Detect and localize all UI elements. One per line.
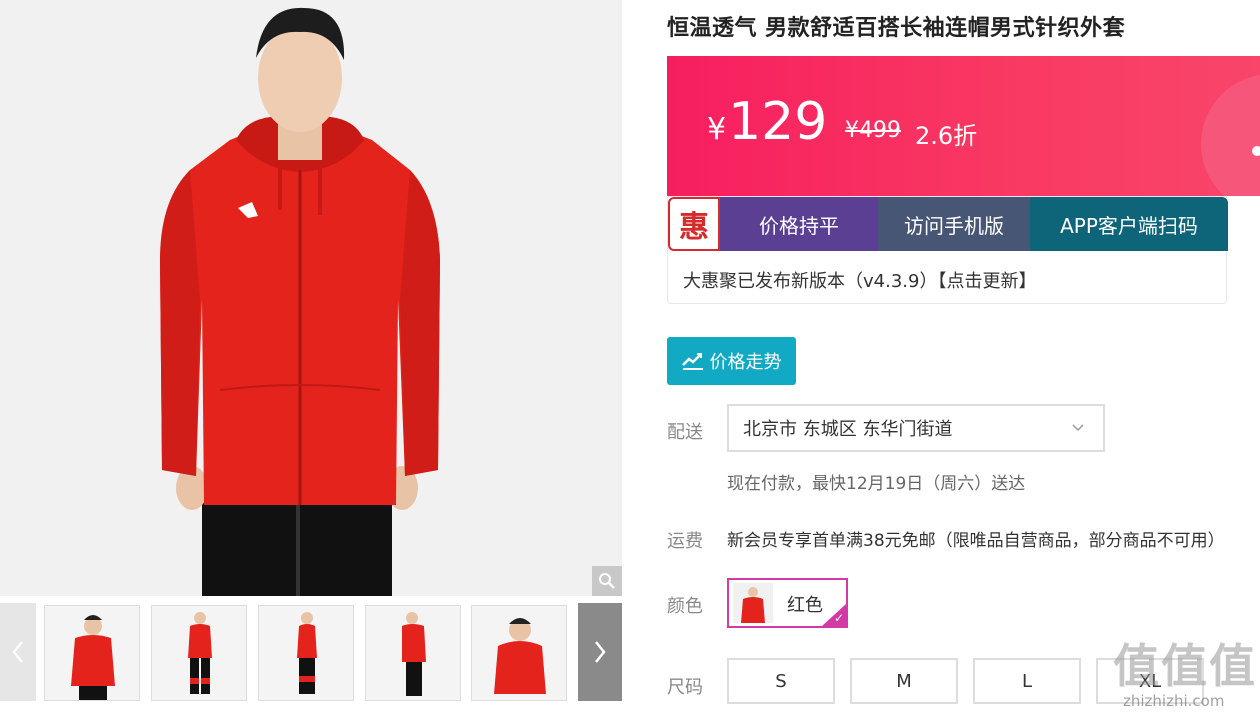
price-flat-button[interactable]: 价格持平 bbox=[720, 197, 878, 251]
color-swatch bbox=[733, 583, 773, 623]
thumbnail-strip bbox=[0, 603, 622, 703]
address-select[interactable]: 北京市 东城区 东华门街道 bbox=[727, 404, 1105, 452]
thumbnail-3[interactable] bbox=[258, 605, 354, 701]
thumb-image bbox=[152, 606, 246, 700]
currency-symbol: ¥ bbox=[707, 112, 727, 147]
size-option-s[interactable]: S bbox=[727, 658, 835, 704]
app-scan-button[interactable]: APP客户端扫码 bbox=[1030, 197, 1228, 251]
original-price: ¥499 bbox=[845, 118, 901, 143]
zoom-button[interactable] bbox=[592, 566, 622, 596]
thumbnail-2[interactable] bbox=[151, 605, 247, 701]
chevron-down-icon bbox=[1072, 424, 1084, 432]
current-price-value: 129 bbox=[728, 92, 828, 152]
main-product-image[interactable] bbox=[0, 0, 622, 596]
size-option-l[interactable]: L bbox=[973, 658, 1081, 704]
shipping-label: 运费 bbox=[667, 531, 703, 552]
thumbnail-5[interactable] bbox=[471, 605, 567, 701]
product-photo bbox=[0, 0, 622, 596]
size-option-m[interactable]: M bbox=[850, 658, 958, 704]
zoom-icon bbox=[599, 573, 615, 589]
thumb-image bbox=[259, 606, 353, 700]
delivery-label: 配送 bbox=[667, 422, 703, 443]
check-icon: ✓ bbox=[833, 611, 844, 625]
update-notice-link[interactable]: 大惠聚已发布新版本（v4.3.9）【点击更新】 bbox=[683, 267, 1036, 293]
promo-box: 惠 价格持平 访问手机版 APP客户端扫码 大惠聚已发布新版本（v4.3.9）【… bbox=[667, 196, 1228, 304]
color-option-label: 红色 bbox=[787, 595, 823, 616]
mobile-version-button[interactable]: 访问手机版 bbox=[878, 197, 1030, 251]
chevron-left-icon bbox=[12, 641, 23, 663]
shipping-info: 新会员专享首单满38元免邮（限唯品自营商品，部分商品不可用） bbox=[727, 531, 1225, 551]
thumb-prev-button[interactable] bbox=[0, 603, 36, 701]
size-label: 尺码 bbox=[667, 677, 703, 698]
current-price: ¥129 bbox=[707, 92, 827, 152]
delivery-estimate: 现在付款，最快12月19日（周六）送达 bbox=[727, 474, 1026, 494]
watermark-domain: zhizhizhi.com bbox=[1123, 692, 1225, 710]
color-option-red[interactable]: 红色 ✓ bbox=[727, 578, 848, 628]
discount-label: 2.6折 bbox=[915, 122, 978, 150]
thumb-image bbox=[45, 606, 139, 700]
chevron-right-icon bbox=[595, 641, 606, 663]
banner-dot bbox=[1252, 146, 1260, 156]
thumb-image bbox=[366, 606, 460, 700]
thumbnail-1[interactable] bbox=[44, 605, 140, 701]
watermark-logo: 值值值 bbox=[1113, 639, 1257, 693]
trend-chart-icon bbox=[681, 353, 703, 370]
thumb-next-button[interactable] bbox=[578, 603, 622, 701]
thumb-image bbox=[472, 606, 566, 700]
address-value: 北京市 东城区 东华门街道 bbox=[743, 419, 953, 440]
price-banner: ¥129 ¥499 2.6折 bbox=[667, 56, 1260, 196]
color-label: 颜色 bbox=[667, 596, 703, 617]
banner-decoration bbox=[1201, 74, 1260, 196]
product-title: 恒温透气 男款舒适百搭长袖连帽男式针织外套 bbox=[667, 16, 1126, 41]
thumbnail-4[interactable] bbox=[365, 605, 461, 701]
price-trend-label: 价格走势 bbox=[709, 352, 782, 373]
hui-logo-icon: 惠 bbox=[668, 197, 720, 251]
site-watermark: 值值值 zhizhizhi.com bbox=[1105, 630, 1260, 714]
price-trend-button[interactable]: 价格走势 bbox=[667, 337, 796, 385]
promo-button-row: 惠 价格持平 访问手机版 APP客户端扫码 bbox=[668, 197, 1228, 251]
